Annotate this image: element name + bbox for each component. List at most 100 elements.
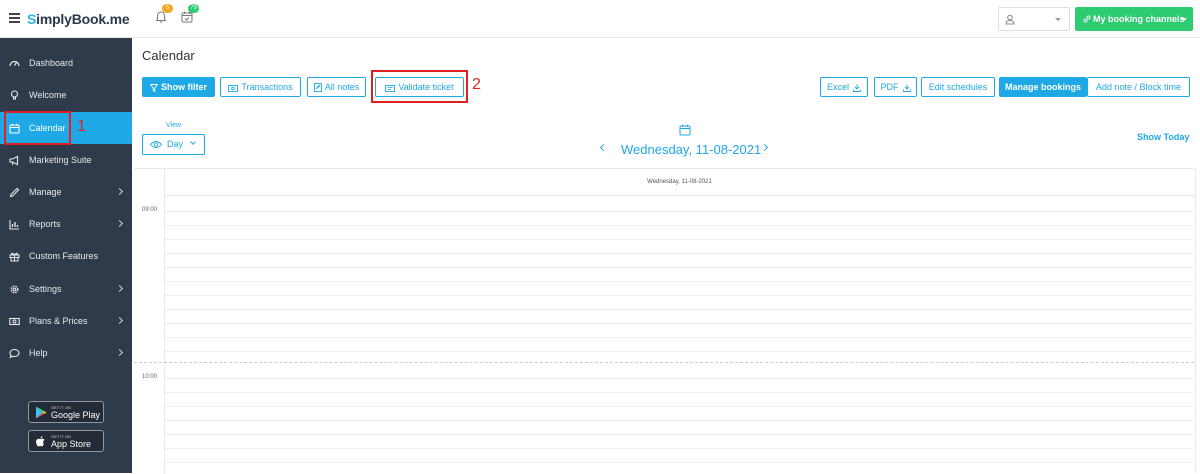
tasks-badge: 79 <box>188 4 199 13</box>
chevron-right-icon <box>115 219 124 228</box>
gift-icon <box>9 252 20 262</box>
link-icon <box>1083 15 1091 23</box>
grid-line <box>165 434 1194 435</box>
filter-icon <box>149 84 159 93</box>
all-notes-button[interactable]: All notes <box>307 77 366 97</box>
grid-line <box>165 281 1194 282</box>
next-date-icon[interactable] <box>760 143 769 152</box>
money-icon <box>9 317 20 326</box>
dashboard-icon <box>9 60 20 67</box>
time-label: 09:00 <box>142 207 158 213</box>
annotation-step-1: 1 <box>77 118 86 135</box>
sidebar-item-label: Welcome <box>29 90 67 100</box>
chevron-right-icon <box>115 284 124 293</box>
grid-scrollbar[interactable] <box>1195 168 1200 473</box>
transactions-button[interactable]: Transactions <box>220 77 301 97</box>
grid-line <box>165 392 1194 393</box>
show-today-link[interactable]: Show Today <box>1137 132 1189 142</box>
app-store-button[interactable]: GET IT ON App Store <box>28 430 104 452</box>
notes-icon <box>313 83 322 92</box>
sidebar-item-label: Help <box>29 348 48 358</box>
sidebar-item-label: Manage <box>29 187 62 197</box>
grid-line <box>165 337 1194 338</box>
user-account-dropdown[interactable] <box>998 7 1070 31</box>
sidebar-item-label: Marketing Suite <box>29 155 92 165</box>
grid-line <box>165 295 1194 296</box>
sidebar-item-custom-features[interactable]: Custom Features <box>0 240 132 272</box>
chevron-down-icon <box>1055 18 1061 21</box>
current-date: Wednesday, 11-08-2021 <box>621 142 762 157</box>
grid-line <box>165 462 1194 463</box>
annotation-highlight-2 <box>371 70 468 103</box>
notifications-badge: 5 <box>162 4 173 13</box>
calendar-column-header: Wednesday, 11-08-2021 <box>165 169 1194 196</box>
view-select[interactable]: Day <box>142 134 205 155</box>
megaphone-icon <box>9 155 19 166</box>
sidebar-item-help[interactable]: Help <box>0 337 132 369</box>
hour-divider-line <box>134 362 1194 363</box>
time-column <box>134 169 165 474</box>
sidebar-item-dashboard[interactable]: Dashboard <box>0 47 132 79</box>
sidebar-item-manage[interactable]: Manage <box>0 176 132 208</box>
manage-bookings-button[interactable]: Manage bookings <box>999 77 1087 97</box>
grid-line <box>165 211 1194 212</box>
sidebar-item-label: Reports <box>29 219 61 229</box>
grid-line <box>165 351 1194 352</box>
sidebar-item-label: Plans & Prices <box>29 316 88 326</box>
chat-icon <box>9 348 20 359</box>
sidebar-item-marketing-suite[interactable]: Marketing Suite <box>0 144 132 176</box>
show-filter-button[interactable]: Show filter <box>142 77 215 97</box>
add-note-block-time-button[interactable]: Add note / Block time <box>1087 77 1190 97</box>
eye-icon <box>150 141 162 148</box>
chevron-down-icon <box>190 139 196 145</box>
sidebar-item-plans-prices[interactable]: Plans & Prices <box>0 305 132 337</box>
column-date: Wednesday, 11-08-2021 <box>647 179 712 185</box>
google-play-button[interactable]: GET IT ON Google Play <box>28 401 104 423</box>
grid-line <box>165 420 1194 421</box>
pdf-export-button[interactable]: PDF <box>874 77 917 97</box>
top-bar: SimplyBook.me 5 79 My booking channels <box>0 0 1200 38</box>
grid-line <box>165 267 1194 268</box>
grid-line <box>165 309 1194 310</box>
google-play-icon <box>36 406 47 419</box>
gear-icon <box>10 285 19 294</box>
main-content: Calendar Show filter Transactions All no… <box>132 38 1200 474</box>
date-picker-calendar-icon[interactable] <box>679 124 691 136</box>
google-play-text: Google Play <box>51 410 101 420</box>
annotation-highlight-1 <box>4 111 71 145</box>
excel-export-button[interactable]: Excel <box>820 77 868 97</box>
money-icon <box>228 85 239 92</box>
notifications-bell-icon[interactable]: 5 <box>154 4 173 26</box>
sidebar-item-welcome[interactable]: Welcome <box>0 79 132 111</box>
tasks-calendar-icon[interactable]: 79 <box>180 4 199 26</box>
previous-date-icon[interactable] <box>599 143 608 152</box>
pencil-icon <box>9 187 20 198</box>
my-booking-channels-button[interactable]: My booking channels <box>1075 7 1193 31</box>
sidebar-item-label: Custom Features <box>29 251 99 261</box>
grid-line <box>165 239 1194 240</box>
lightbulb-icon <box>10 90 19 100</box>
chevron-right-icon <box>115 187 124 196</box>
sidebar-item-label: Settings <box>29 284 62 294</box>
sidebar-item-settings[interactable]: Settings <box>0 273 132 305</box>
sidebar-item-reports[interactable]: Reports <box>0 208 132 240</box>
time-label: 10:00 <box>142 374 158 380</box>
my-booking-channels-label: My booking channels <box>1093 14 1185 24</box>
bar-chart-icon <box>9 220 19 230</box>
page-title: Calendar <box>142 48 195 63</box>
grid-line <box>165 406 1194 407</box>
sidebar-item-label: Dashboard <box>29 58 74 68</box>
hamburger-menu-icon[interactable] <box>9 13 20 23</box>
app-store-text: App Store <box>51 439 92 449</box>
chevron-right-icon <box>115 316 124 325</box>
download-icon <box>853 84 861 92</box>
brand-logo[interactable]: SimplyBook.me <box>27 11 130 27</box>
apple-icon <box>36 436 45 447</box>
grid-line <box>165 448 1194 449</box>
grid-line <box>165 323 1194 324</box>
sidebar: Dashboard Welcome Calendar Marketing Sui… <box>0 38 132 473</box>
edit-schedules-button[interactable]: Edit schedules <box>921 77 995 97</box>
view-select-value: Day <box>167 139 184 149</box>
grid-line <box>165 253 1194 254</box>
view-label: View <box>166 122 182 129</box>
